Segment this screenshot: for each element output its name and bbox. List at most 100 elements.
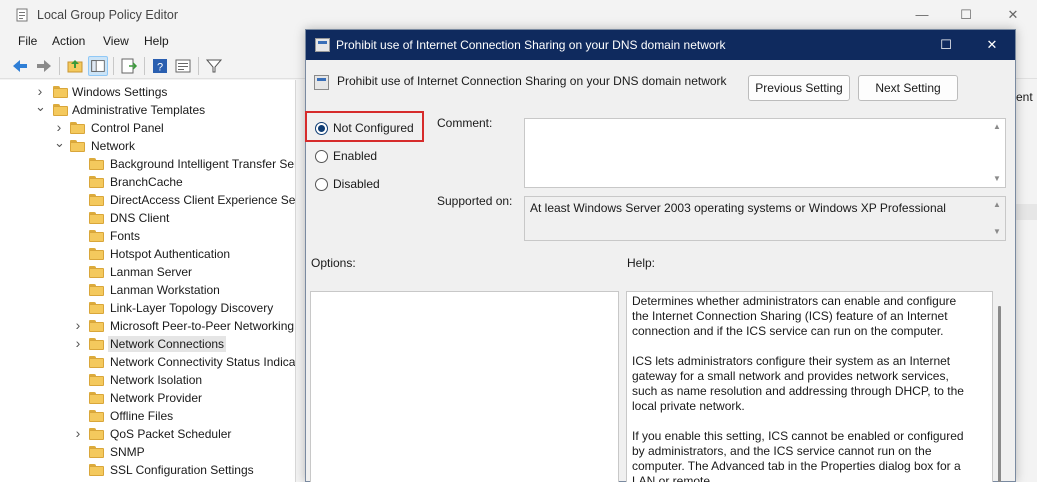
tree-item[interactable]: Fonts <box>0 227 295 245</box>
tree-item[interactable]: DirectAccess Client Experience Sett <box>0 191 296 209</box>
scroll-up-icon[interactable]: ▲ <box>992 200 1002 210</box>
tree-item-label: Administrative Templates <box>72 103 206 117</box>
radio-disabled-button[interactable] <box>315 178 328 191</box>
tree-item[interactable]: SSL Configuration Settings <box>0 461 295 479</box>
tree-item-label: DNS Client <box>110 211 170 225</box>
filter-icon[interactable] <box>204 56 224 76</box>
supported-on-box: At least Windows Server 2003 operating s… <box>524 196 1006 241</box>
tree-item-label: DirectAccess Client Experience Sett <box>110 193 296 207</box>
dialog-maximize-button[interactable]: ☐ <box>935 35 957 55</box>
tree-item[interactable]: Link-Layer Topology Discovery <box>0 299 295 317</box>
policy-setting-icon <box>315 38 330 52</box>
help-icon[interactable]: ? <box>150 56 170 76</box>
tree-item-label: Network Connectivity Status Indica <box>110 355 296 369</box>
back-arrow-icon[interactable] <box>10 56 30 76</box>
scroll-up-icon[interactable]: ▲ <box>992 122 1002 132</box>
tree-item[interactable]: BranchCache <box>0 173 295 191</box>
folder-icon <box>89 356 104 368</box>
comment-label: Comment: <box>437 116 493 130</box>
next-setting-button[interactable]: Next Setting <box>858 75 958 101</box>
chevron-right-icon[interactable]: › <box>73 426 83 440</box>
show-hide-tree-icon[interactable] <box>88 56 108 76</box>
tree-item[interactable]: Network Connectivity Status Indica <box>0 353 296 371</box>
tree-item[interactable]: › Microsoft Peer-to-Peer Networking <box>0 317 295 335</box>
menu-view[interactable]: View <box>103 34 129 48</box>
folder-icon <box>89 392 104 404</box>
folder-icon <box>89 176 104 188</box>
folder-icon <box>89 446 104 458</box>
up-folder-icon[interactable] <box>65 56 85 76</box>
comment-textbox[interactable]: ▲ ▼ <box>524 118 1006 188</box>
tree-item[interactable]: SNMP <box>0 443 295 461</box>
details-pane-selected-row <box>1016 204 1037 220</box>
tree-item[interactable]: Hotspot Authentication <box>0 245 295 263</box>
tree-pane: › Windows Settings ⌄ Administrative Templat… <box>0 80 296 482</box>
tree-item-label: BranchCache <box>110 175 183 189</box>
close-button[interactable]: ✕ <box>1003 5 1023 25</box>
tree-item[interactable]: Network Isolation <box>0 371 295 389</box>
chevron-down-icon[interactable]: ⌄ <box>35 100 46 113</box>
scroll-down-icon[interactable]: ▼ <box>992 174 1002 184</box>
tree-item-label: Offline Files <box>110 409 174 423</box>
tree-item[interactable]: Lanman Server <box>0 263 295 281</box>
minimize-button[interactable]: — <box>912 5 932 25</box>
dialog-title: Prohibit use of Internet Connection Shar… <box>336 38 726 52</box>
tree-item-label: Microsoft Peer-to-Peer Networking <box>110 319 295 333</box>
tree-item-label: Background Intelligent Transfer Ser <box>110 157 296 171</box>
supported-on-value: At least Windows Server 2003 operating s… <box>530 201 946 215</box>
tree-item[interactable]: › Control Panel <box>0 119 295 137</box>
radio-disabled-label: Disabled <box>333 177 380 191</box>
folder-icon <box>89 284 104 296</box>
menu-file[interactable]: File <box>18 34 37 48</box>
folder-icon <box>89 158 104 170</box>
tree-item[interactable]: Network Provider <box>0 389 295 407</box>
tree-item[interactable]: ⌄ Administrative Templates <box>0 100 295 119</box>
tree-item-label: Network Isolation <box>110 373 203 387</box>
chevron-right-icon[interactable]: › <box>73 318 83 332</box>
tree-item-label: QoS Packet Scheduler <box>110 427 232 441</box>
folder-icon <box>89 464 104 476</box>
maximize-button[interactable]: ☐ <box>956 5 976 25</box>
folder-icon <box>89 212 104 224</box>
main-window-title: Local Group Policy Editor <box>37 8 179 22</box>
help-scrollbar[interactable] <box>998 306 1001 482</box>
supported-on-scrollbar[interactable]: ▲ ▼ <box>989 197 1005 240</box>
tree-item[interactable]: › Network Connections <box>0 335 295 353</box>
scroll-down-icon[interactable]: ▼ <box>992 227 1002 237</box>
folder-icon <box>89 428 104 440</box>
menu-help[interactable]: Help <box>144 34 169 48</box>
dialog-close-button[interactable]: ✕ <box>981 35 1003 55</box>
radio-enabled-button[interactable] <box>315 150 328 163</box>
main-titlebar: Local Group Policy Editor — ☐ ✕ <box>0 0 1037 30</box>
tree-item-label: Network <box>91 139 136 153</box>
chevron-right-icon[interactable]: › <box>35 84 45 98</box>
tree-item[interactable]: ⌄ Network <box>0 136 295 155</box>
radio-enabled-label: Enabled <box>333 149 378 163</box>
help-paragraph: ICS lets administrators configure their … <box>632 354 964 413</box>
tree-item-label: Control Panel <box>91 121 164 135</box>
chevron-down-icon[interactable]: ⌄ <box>54 136 65 149</box>
tree-item[interactable]: › QoS Packet Scheduler <box>0 425 295 443</box>
folder-icon <box>89 194 104 206</box>
folder-icon <box>89 230 104 242</box>
forward-arrow-icon[interactable] <box>34 56 54 76</box>
chevron-right-icon[interactable]: › <box>54 120 64 134</box>
tree-item[interactable]: Background Intelligent Transfer Ser <box>0 155 296 173</box>
tree-item-label: Lanman Workstation <box>110 283 220 297</box>
tree-item[interactable]: Offline Files <box>0 407 295 425</box>
chevron-right-icon[interactable]: › <box>73 336 83 350</box>
folder-icon <box>89 338 104 350</box>
comment-scrollbar[interactable]: ▲ ▼ <box>989 119 1005 187</box>
help-label: Help: <box>627 256 656 270</box>
folder-icon <box>89 374 104 386</box>
tree-item[interactable]: DNS Client <box>0 209 295 227</box>
export-list-icon[interactable] <box>119 56 139 76</box>
folder-icon <box>89 302 104 314</box>
properties-icon[interactable] <box>173 56 193 76</box>
previous-setting-button[interactable]: Previous Setting <box>748 75 850 101</box>
tree-item-label: SNMP <box>110 445 145 459</box>
menu-action[interactable]: Action <box>52 34 85 48</box>
tree-item[interactable]: Lanman Workstation <box>0 281 295 299</box>
tree-item-label: SSL Configuration Settings <box>110 463 254 477</box>
setting-name: Prohibit use of Internet Connection Shar… <box>337 74 727 88</box>
